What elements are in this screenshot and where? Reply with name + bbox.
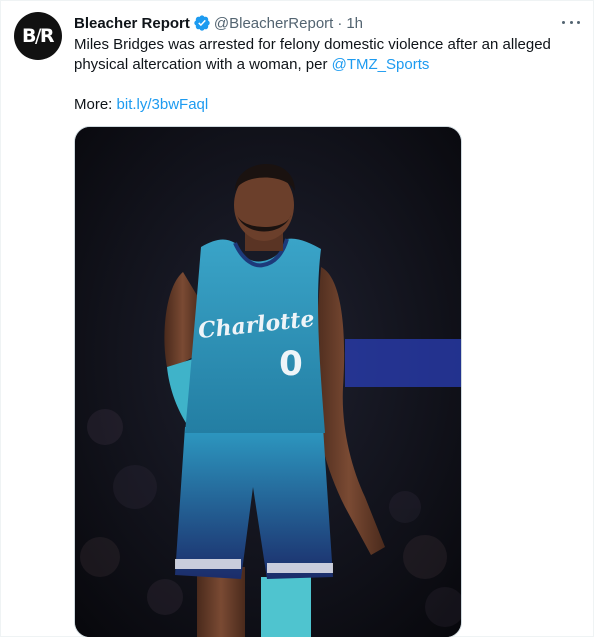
avatar-letter-r: R: [39, 25, 55, 47]
url-link[interactable]: bit.ly/3bwFaql: [117, 96, 209, 113]
author-avatar[interactable]: B / R: [14, 12, 62, 60]
more-dot-icon: [577, 20, 580, 24]
tweet-timestamp[interactable]: 1h: [346, 15, 363, 32]
tweet-card[interactable]: B / R Bleacher Report @BleacherReport · 1h…: [0, 0, 594, 637]
jersey-number: 0: [279, 344, 303, 384]
more-label: More:: [74, 96, 117, 113]
more-dot-icon: [562, 20, 565, 24]
more-dot-icon: [569, 20, 573, 24]
player-photo: Charlotte 0: [75, 127, 461, 637]
more-options-button[interactable]: [560, 12, 582, 32]
tweet-text-line-3: More: bit.ly/3bwFaql: [74, 95, 574, 115]
tweet-media-photo[interactable]: Charlotte 0: [74, 126, 462, 637]
tweet-text-line-2: physical altercation with a woman, per @…: [74, 55, 574, 75]
author-display-name[interactable]: Bleacher Report: [74, 15, 190, 32]
tweet-text: Miles Bridges was arrested for felony do…: [74, 35, 574, 115]
avatar-letter-b: B: [21, 25, 36, 47]
author-handle[interactable]: @BleacherReport: [214, 15, 333, 32]
tweet-header: Bleacher Report @BleacherReport · 1h: [74, 13, 363, 33]
verified-badge-icon: [194, 15, 210, 31]
tweet-text-line-1: Miles Bridges was arrested for felony do…: [74, 36, 551, 53]
mention-link[interactable]: @TMZ_Sports: [332, 56, 430, 73]
tweet-text-line-2-prefix: physical altercation with a woman, per: [74, 56, 332, 73]
header-separator: ·: [337, 14, 343, 32]
